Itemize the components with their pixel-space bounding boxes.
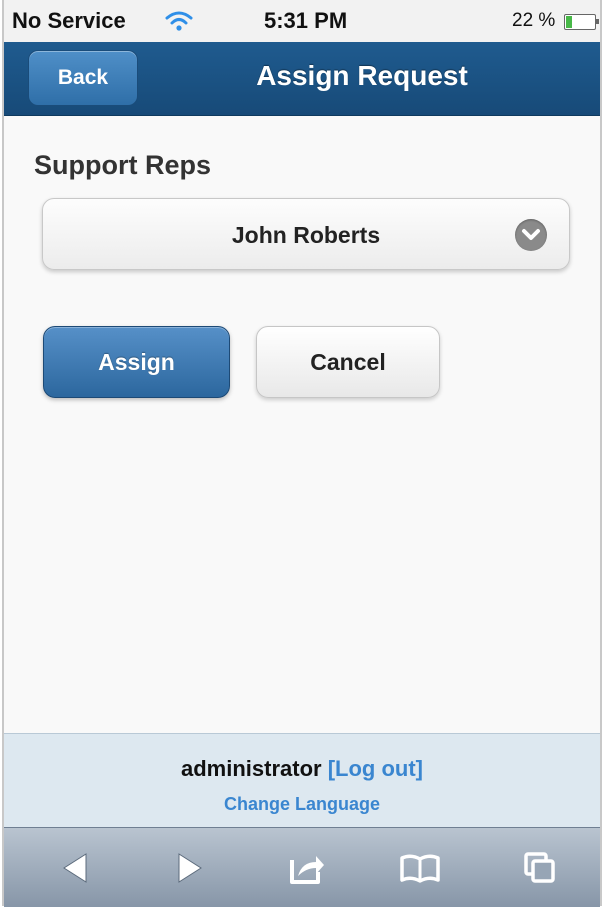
- battery-icon: [564, 14, 599, 30]
- status-bar: No Service 5:31 PM 22 %: [4, 0, 600, 42]
- selected-rep: John Roberts: [231, 222, 381, 248]
- tabs-icon[interactable]: [508, 838, 568, 898]
- battery-percent: 22 %: [512, 10, 556, 31]
- page-title: Assign Request: [256, 60, 468, 91]
- footer-user-line: administrator [Log out]: [4, 756, 600, 782]
- phone-screen: No Service 5:31 PM 22 % Back Assign Requ…: [2, 0, 602, 907]
- main-content: Support Reps John Roberts Assign Cancel: [4, 116, 600, 733]
- logout-link[interactable]: [Log out]: [328, 756, 423, 781]
- back-button[interactable]: Back: [28, 50, 138, 106]
- footer: administrator [Log out] Change Language: [4, 733, 600, 828]
- change-language-link[interactable]: Change Language: [4, 794, 600, 815]
- status-time: 5:31 PM: [264, 8, 348, 33]
- header-bar: Back Assign Request: [4, 42, 600, 116]
- cancel-button[interactable]: Cancel: [256, 326, 440, 398]
- assign-button[interactable]: Assign: [43, 326, 230, 398]
- share-icon[interactable]: [276, 838, 336, 898]
- wifi-icon: [164, 10, 194, 32]
- username-label: administrator: [180, 756, 322, 781]
- forward-arrow-icon[interactable]: [159, 838, 219, 898]
- browser-toolbar: [4, 827, 600, 907]
- chevron-down-icon: [515, 219, 547, 251]
- support-reps-label: Support Reps: [34, 150, 212, 180]
- bookmarks-icon[interactable]: [390, 838, 450, 898]
- support-rep-select[interactable]: John Roberts: [42, 198, 570, 270]
- carrier-label: No Service: [12, 8, 126, 33]
- back-arrow-icon[interactable]: [46, 838, 106, 898]
